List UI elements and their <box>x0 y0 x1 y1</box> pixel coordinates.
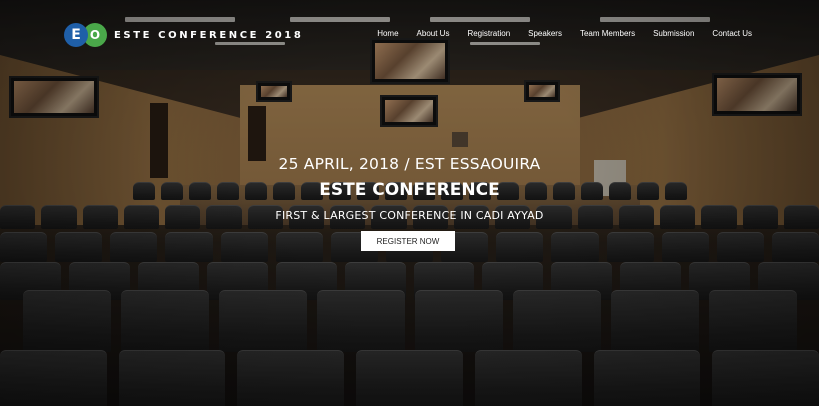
nav-about-us[interactable]: About Us <box>417 29 450 38</box>
main-nav: Home About Us Registration Speakers Team… <box>359 29 752 38</box>
register-now-button[interactable]: REGISTER NOW <box>361 231 455 251</box>
site-header: E O ESTE CONFERENCE 2018 Home About Us R… <box>0 0 819 68</box>
nav-home[interactable]: Home <box>377 29 398 38</box>
nav-registration[interactable]: Registration <box>467 29 510 38</box>
site-name: ESTE CONFERENCE 2018 <box>114 29 304 41</box>
logo-mark: E O <box>64 23 107 47</box>
hero-content: 25 APRIL, 2018 / EST ESSAOUIRA ESTE CONF… <box>0 155 819 222</box>
event-date-location: 25 APRIL, 2018 / EST ESSAOUIRA <box>278 155 541 173</box>
hero-subtitle: FIRST & LARGEST CONFERENCE IN CADI AYYAD <box>275 209 544 222</box>
nav-team-members[interactable]: Team Members <box>580 29 635 38</box>
nav-contact-us[interactable]: Contact Us <box>712 29 752 38</box>
nav-submission[interactable]: Submission <box>653 29 694 38</box>
hero-title: ESTE CONFERENCE <box>319 180 500 200</box>
nav-speakers[interactable]: Speakers <box>528 29 562 38</box>
logo-e-circle: E <box>64 23 88 47</box>
site-logo[interactable]: E O ESTE CONFERENCE 2018 <box>64 23 303 47</box>
